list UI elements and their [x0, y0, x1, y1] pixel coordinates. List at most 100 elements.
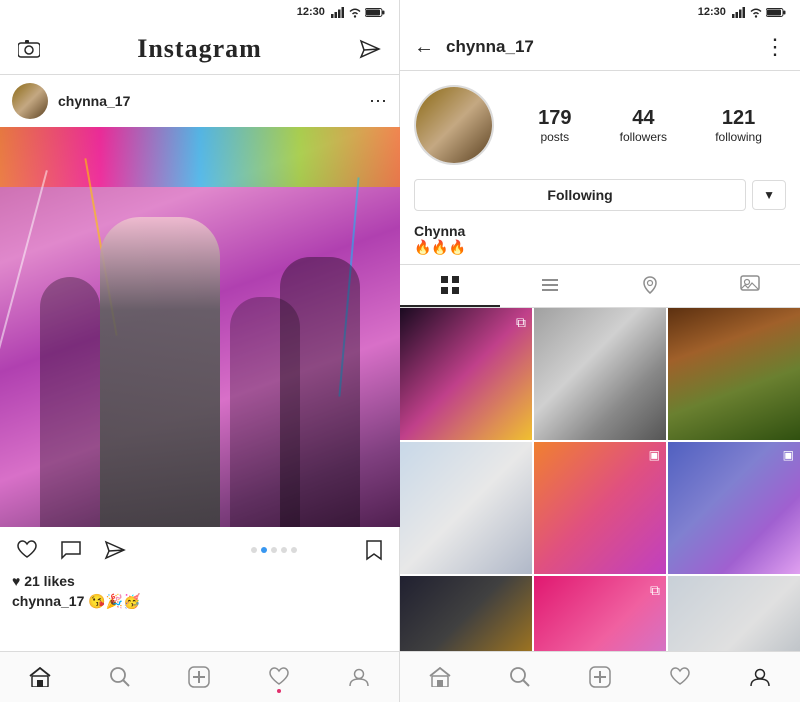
heart-nav-icon [268, 667, 290, 687]
grid-cell-9[interactable] [668, 576, 800, 651]
list-tab-icon [540, 275, 560, 295]
left-status-icons [331, 7, 385, 18]
multi-icon-1: ⧉ [516, 314, 526, 331]
send-button[interactable] [355, 35, 385, 63]
grid-tab-icon [440, 275, 460, 295]
profile-action-row: Following ▼ [400, 173, 800, 219]
app-logo: Instagram [137, 34, 262, 64]
stat-followers: 44 followers [620, 107, 667, 144]
right-panel: 12:30 ← chynna_17 ⋮ [400, 0, 800, 702]
nav-search[interactable] [99, 662, 141, 692]
dropdown-button[interactable]: ▼ [752, 180, 786, 210]
tab-tagged[interactable] [700, 265, 800, 307]
post-caption: chynna_17 😘🎉🥳 [0, 593, 399, 618]
carousel-dot-3 [271, 547, 277, 553]
grid-cell-6[interactable]: ▣ [668, 442, 800, 574]
grid-cell-3[interactable] [668, 308, 800, 440]
tab-grid[interactable] [400, 265, 500, 307]
home-icon [29, 667, 51, 687]
left-bottom-nav [0, 651, 399, 702]
photo-grid-section: ⧉ ▣ ▣ ⧉ [400, 308, 800, 651]
post-header: chynna_17 ⋯ [0, 75, 399, 127]
grid-cell-5[interactable]: ▣ [534, 442, 666, 574]
left-status-time: 12:30 [297, 6, 325, 18]
followers-label: followers [620, 130, 667, 144]
video-icon-6: ▣ [783, 448, 794, 462]
nav-add[interactable] [178, 662, 220, 692]
left-header: Instagram [0, 24, 399, 75]
grid-cell-2[interactable] [534, 308, 666, 440]
right-nav-profile[interactable] [739, 662, 781, 692]
caption-username[interactable]: chynna_17 [12, 593, 84, 609]
camera-icon [18, 40, 40, 58]
location-tab-icon [640, 275, 660, 295]
photo-grid: ⧉ ▣ ▣ ⧉ [400, 308, 800, 651]
right-status-bar: 12:30 [400, 0, 800, 24]
grid-cell-1[interactable]: ⧉ [400, 308, 532, 440]
comment-button[interactable] [56, 536, 86, 564]
more-options-button[interactable]: ⋮ [764, 34, 786, 60]
share-icon [104, 540, 126, 560]
profile-username-header: chynna_17 [446, 37, 764, 57]
display-name: Chynna [414, 223, 786, 239]
wifi-icon [348, 7, 362, 18]
profile-stats: 179 posts 44 followers 121 following [514, 107, 786, 144]
post-more-button[interactable]: ⋯ [369, 91, 387, 112]
carousel-dot-2 [261, 547, 267, 553]
profile-bio: 🔥🔥🔥 [414, 239, 786, 256]
video-icon-5: ▣ [649, 448, 660, 462]
multi-icon-8: ⧉ [650, 582, 660, 599]
right-nav-add[interactable] [579, 662, 621, 692]
camera-button[interactable] [14, 36, 44, 62]
right-nav-home[interactable] [419, 663, 461, 691]
right-bottom-nav [400, 651, 800, 702]
post-image [0, 127, 400, 527]
nav-home[interactable] [19, 663, 61, 691]
left-panel: 12:30 [0, 0, 400, 702]
right-home-icon [429, 667, 451, 687]
following-label: following [715, 130, 762, 144]
right-battery-icon [766, 7, 786, 18]
share-button[interactable] [100, 536, 130, 564]
right-wifi-icon [749, 7, 763, 18]
tab-location[interactable] [600, 265, 700, 307]
right-search-icon [509, 666, 531, 688]
carousel-dot-1 [251, 547, 257, 553]
carousel-dot-5 [291, 547, 297, 553]
stat-posts: 179 posts [538, 107, 571, 144]
tagged-tab-icon [740, 275, 760, 295]
heart-icon [16, 540, 38, 560]
right-nav-heart[interactable] [659, 663, 701, 691]
profile-name-section: Chynna 🔥🔥🔥 [400, 219, 800, 264]
carousel-dot-4 [281, 547, 287, 553]
following-count: 121 [722, 107, 755, 130]
grid-cell-4[interactable] [400, 442, 532, 574]
save-button[interactable] [361, 535, 387, 565]
caption-text: 😘🎉🥳 [88, 593, 140, 609]
right-add-icon [589, 666, 611, 688]
tab-list[interactable] [500, 265, 600, 307]
grid-cell-8[interactable]: ⧉ [534, 576, 666, 651]
comment-icon [60, 540, 82, 560]
right-nav-search[interactable] [499, 662, 541, 692]
post-avatar[interactable] [12, 83, 48, 119]
back-button[interactable]: ← [414, 36, 434, 59]
nav-heart[interactable] [258, 663, 300, 691]
add-icon [188, 666, 210, 688]
right-status-icons [732, 7, 786, 18]
followers-count: 44 [632, 107, 654, 130]
profile-tabs [400, 264, 800, 308]
following-button[interactable]: Following [414, 179, 746, 211]
right-header: ← chynna_17 ⋮ [400, 24, 800, 71]
nav-profile[interactable] [338, 662, 380, 692]
post-actions [0, 527, 399, 573]
send-icon [359, 39, 381, 59]
left-status-bar: 12:30 [0, 0, 399, 24]
post-username[interactable]: chynna_17 [58, 93, 369, 109]
profile-avatar[interactable] [414, 85, 494, 165]
right-profile-icon [749, 666, 771, 688]
profile-nav-icon [348, 666, 370, 688]
grid-cell-7[interactable] [400, 576, 532, 651]
post-carousel-dots [187, 547, 362, 553]
like-button[interactable] [12, 536, 42, 564]
